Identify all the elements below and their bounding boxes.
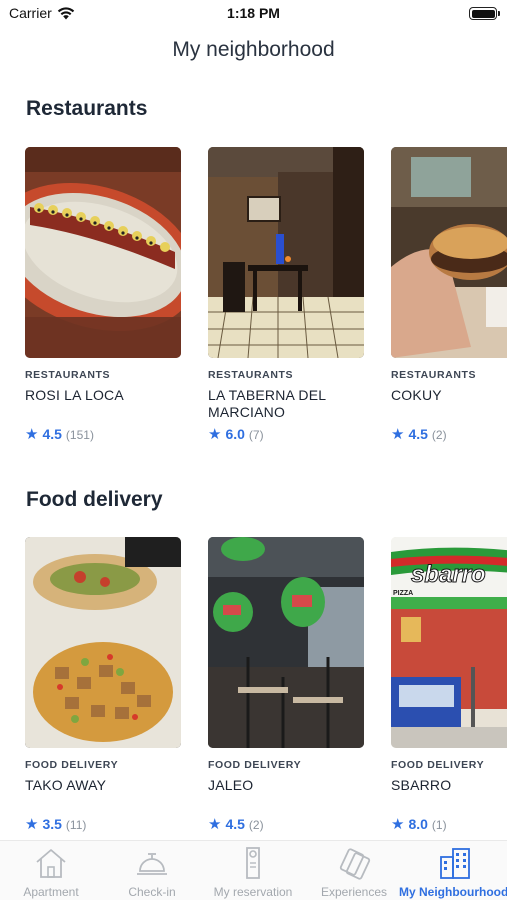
service-bell-icon bbox=[137, 853, 167, 875]
card-rating: ★ 6.0 (7) bbox=[208, 425, 364, 443]
star-icon: ★ bbox=[391, 426, 405, 443]
tab-label: My reservation bbox=[213, 885, 293, 899]
rating-score: 8.0 bbox=[408, 816, 428, 832]
card-jaleo[interactable]: FOOD DELIVERY JALEO ★ 4.5 (2) bbox=[208, 537, 364, 833]
house-icon bbox=[36, 849, 66, 878]
card-name: LA TABERNA DEL MARCIANO bbox=[208, 387, 326, 420]
sbarro-sign: sbarro bbox=[411, 561, 486, 588]
card-photo bbox=[25, 537, 181, 748]
card-rating: ★ 4.5 (2) bbox=[208, 815, 364, 833]
card-rating: ★ 4.5 (2) bbox=[391, 425, 507, 443]
card-tako-away[interactable]: FOOD DELIVERY TAKO AWAY ★ 3.5 (11) bbox=[25, 537, 181, 833]
buildings-icon bbox=[440, 848, 470, 879]
rating-count: (2) bbox=[248, 818, 264, 832]
tab-label: Apartment bbox=[23, 885, 79, 899]
card-photo bbox=[25, 147, 181, 358]
rating-count: (2) bbox=[431, 428, 447, 442]
star-icon: ★ bbox=[25, 426, 39, 443]
card-category: RESTAURANTS bbox=[25, 369, 111, 381]
card-rating: ★ 3.5 (11) bbox=[25, 815, 181, 833]
rating-count: (151) bbox=[65, 428, 94, 442]
card-name: COKUY bbox=[391, 387, 442, 403]
tab-check-in[interactable]: Check-in bbox=[102, 845, 202, 899]
rating-score: 4.5 bbox=[225, 816, 245, 832]
card-category: FOOD DELIVERY bbox=[208, 759, 302, 771]
card-rosi-la-loca[interactable]: RESTAURANTS ROSI LA LOCA ★ 4.5 (151) bbox=[25, 147, 181, 443]
card-category: FOOD DELIVERY bbox=[25, 759, 119, 771]
card-name: TAKO AWAY bbox=[25, 777, 107, 793]
clock: 1:18 PM bbox=[227, 5, 280, 21]
card-photo bbox=[391, 147, 507, 358]
status-bar: Carrier 1:18 PM bbox=[0, 0, 507, 28]
door-hanger-icon bbox=[246, 847, 260, 879]
tab-my-neighbourhood[interactable]: My Neighbourhood bbox=[398, 845, 507, 899]
star-icon: ★ bbox=[25, 816, 39, 833]
rating-count: (1) bbox=[431, 818, 447, 832]
rating-count: (11) bbox=[65, 818, 87, 832]
star-icon: ★ bbox=[208, 426, 222, 443]
card-photo bbox=[208, 147, 364, 358]
card-photo: sbarro PIZZA bbox=[391, 537, 507, 748]
section-title-food-delivery: Food delivery bbox=[26, 488, 163, 511]
star-icon: ★ bbox=[208, 816, 222, 833]
tab-label: My Neighbourhood bbox=[399, 885, 507, 899]
card-sbarro[interactable]: sbarro PIZZA FOOD DELIVERY SBARRO ★ 8.0 … bbox=[391, 537, 507, 833]
card-name: ROSI LA LOCA bbox=[25, 387, 124, 403]
card-name: JALEO bbox=[208, 777, 254, 793]
battery-icon bbox=[469, 7, 500, 20]
restaurants-carousel[interactable]: RESTAURANTS ROSI LA LOCA ★ 4.5 (151) RES… bbox=[25, 147, 507, 447]
card-name: SBARRO bbox=[391, 777, 452, 793]
pizza-sign: PIZZA bbox=[393, 590, 413, 597]
star-icon: ★ bbox=[391, 816, 405, 833]
rating-score: 3.5 bbox=[42, 816, 62, 832]
card-category: FOOD DELIVERY bbox=[391, 759, 485, 771]
card-rating: ★ 4.5 (151) bbox=[25, 425, 181, 443]
rating-count: (7) bbox=[248, 428, 264, 442]
card-category: RESTAURANTS bbox=[208, 369, 294, 381]
tickets-icon bbox=[339, 848, 371, 880]
rating-score: 6.0 bbox=[225, 426, 245, 442]
card-cokuy[interactable]: RESTAURANTS COKUY ★ 4.5 (2) bbox=[391, 147, 507, 443]
tab-my-reservation[interactable]: My reservation bbox=[203, 845, 303, 899]
food-delivery-carousel[interactable]: FOOD DELIVERY TAKO AWAY ★ 3.5 (11) FOOD … bbox=[25, 537, 507, 837]
tab-apartment[interactable]: Apartment bbox=[1, 845, 101, 899]
rating-score: 4.5 bbox=[408, 426, 428, 442]
card-la-taberna-del-marciano[interactable]: RESTAURANTS LA TABERNA DEL MARCIANO ★ 6.… bbox=[208, 147, 364, 443]
card-category: RESTAURANTS bbox=[391, 369, 477, 381]
page-title: My neighborhood bbox=[172, 38, 335, 61]
section-title-restaurants: Restaurants bbox=[26, 97, 148, 120]
rating-score: 4.5 bbox=[42, 426, 62, 442]
tab-label: Check-in bbox=[128, 885, 176, 899]
card-photo bbox=[208, 537, 364, 748]
card-rating: ★ 8.0 (1) bbox=[391, 815, 507, 833]
tab-bar: Apartment Check-in My reservation Experi… bbox=[0, 840, 507, 900]
tab-experiences[interactable]: Experiences bbox=[304, 845, 404, 899]
tab-label: Experiences bbox=[320, 885, 388, 899]
